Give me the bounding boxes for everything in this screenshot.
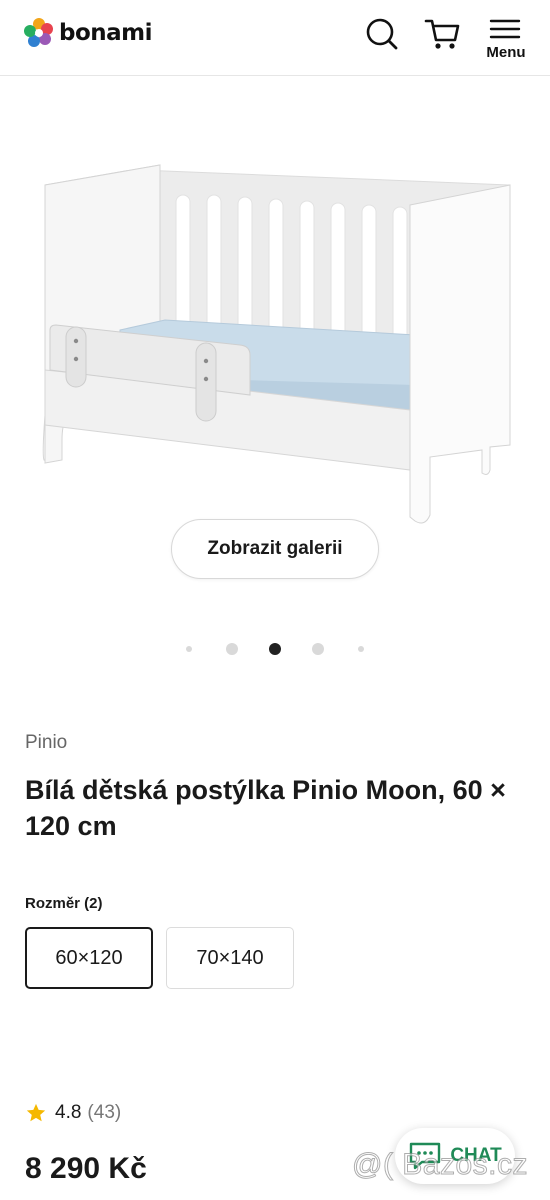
chat-button[interactable]: CHAT bbox=[395, 1128, 515, 1184]
rating-value: 4.8 bbox=[55, 1102, 82, 1123]
star-icon bbox=[26, 1103, 46, 1122]
menu-button[interactable]: Menu bbox=[478, 12, 534, 68]
rating-count: (43) bbox=[87, 1102, 122, 1123]
carousel-dot[interactable] bbox=[226, 643, 238, 655]
chat-label: CHAT bbox=[450, 1145, 502, 1166]
carousel-dot[interactable] bbox=[312, 643, 324, 655]
product-title: Bílá dětská postýlka Pinio Moon, 60 × 12… bbox=[25, 775, 506, 841]
carousel-dot[interactable] bbox=[186, 646, 192, 652]
product-image[interactable] bbox=[30, 155, 520, 535]
menu-label: Menu bbox=[486, 44, 526, 61]
cart-icon bbox=[424, 19, 460, 49]
show-gallery-button[interactable]: Zobrazit galerii bbox=[171, 519, 379, 579]
site-header: bonami Menu bbox=[0, 0, 550, 76]
size-label: Rozměr (2) bbox=[25, 895, 103, 912]
product-rating[interactable]: 4.8 (43) bbox=[25, 1100, 121, 1126]
carousel-dot-active[interactable] bbox=[269, 643, 281, 655]
product-brand[interactable]: Pinio bbox=[25, 732, 67, 754]
search-icon bbox=[366, 18, 398, 50]
logo-mark-icon bbox=[24, 18, 53, 47]
carousel-dots bbox=[0, 642, 550, 656]
carousel-dot[interactable] bbox=[358, 646, 364, 652]
logo[interactable]: bonami bbox=[24, 16, 153, 50]
size-option-60x120[interactable]: 60×120 bbox=[25, 927, 153, 989]
hamburger-menu-icon bbox=[489, 19, 521, 39]
search-button[interactable] bbox=[362, 14, 402, 54]
size-option-70x140[interactable]: 70×140 bbox=[166, 927, 294, 989]
logo-text: bonami bbox=[59, 20, 153, 46]
chat-bubble-icon bbox=[410, 1142, 441, 1170]
product-price: 8 290 Kč bbox=[25, 1152, 147, 1185]
cart-button[interactable] bbox=[423, 14, 463, 54]
